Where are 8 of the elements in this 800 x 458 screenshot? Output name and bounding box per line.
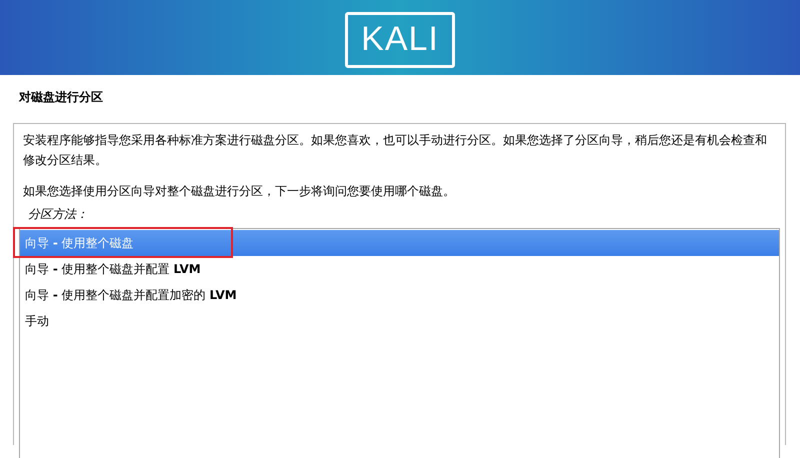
description-text: 如果您选择使用分区向导对整个磁盘进行分区，下一步将询问您要使用哪个磁盘。 xyxy=(23,183,456,200)
option-item[interactable]: 向导 - 使用整个磁盘并配置加密的 LVM xyxy=(20,282,779,308)
list-label: 分区方法： xyxy=(28,206,89,222)
page-title: 对磁盘进行分区 xyxy=(19,89,104,106)
logo: KALI xyxy=(345,12,455,68)
option-item[interactable]: 向导 - 使用整个磁盘并配置 LVM xyxy=(20,256,779,282)
description-text: 安装程序能够指导您采用各种标准方案进行磁盘分区。如果您喜欢，也可以手动进行分区。如果您选择了分区向导，稍后您还是有机会检查和修改分区结果。 xyxy=(23,132,768,169)
option-item[interactable]: 手动 xyxy=(20,308,779,334)
